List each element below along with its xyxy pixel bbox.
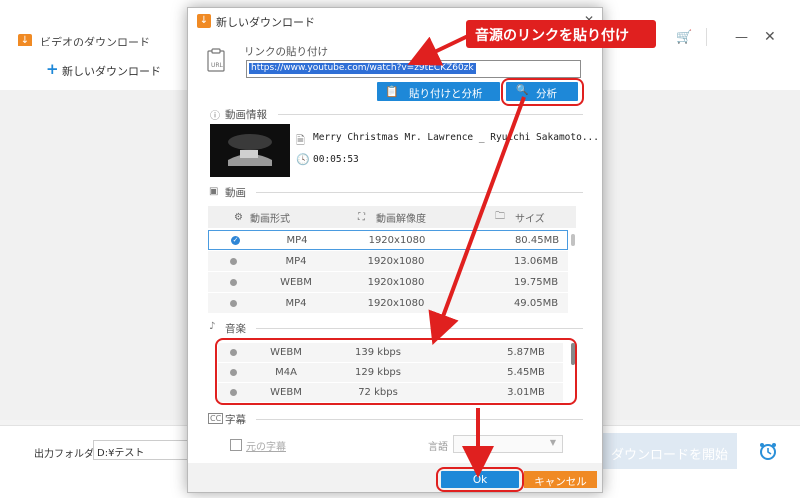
annotation-callout: 音源のリンクを貼り付け bbox=[466, 20, 656, 48]
arrow-to-audio bbox=[428, 96, 526, 346]
arrow-to-url bbox=[407, 34, 469, 66]
annotation-text: 音源のリンクを貼り付け bbox=[475, 28, 629, 44]
annotation-arrows bbox=[407, 34, 526, 478]
